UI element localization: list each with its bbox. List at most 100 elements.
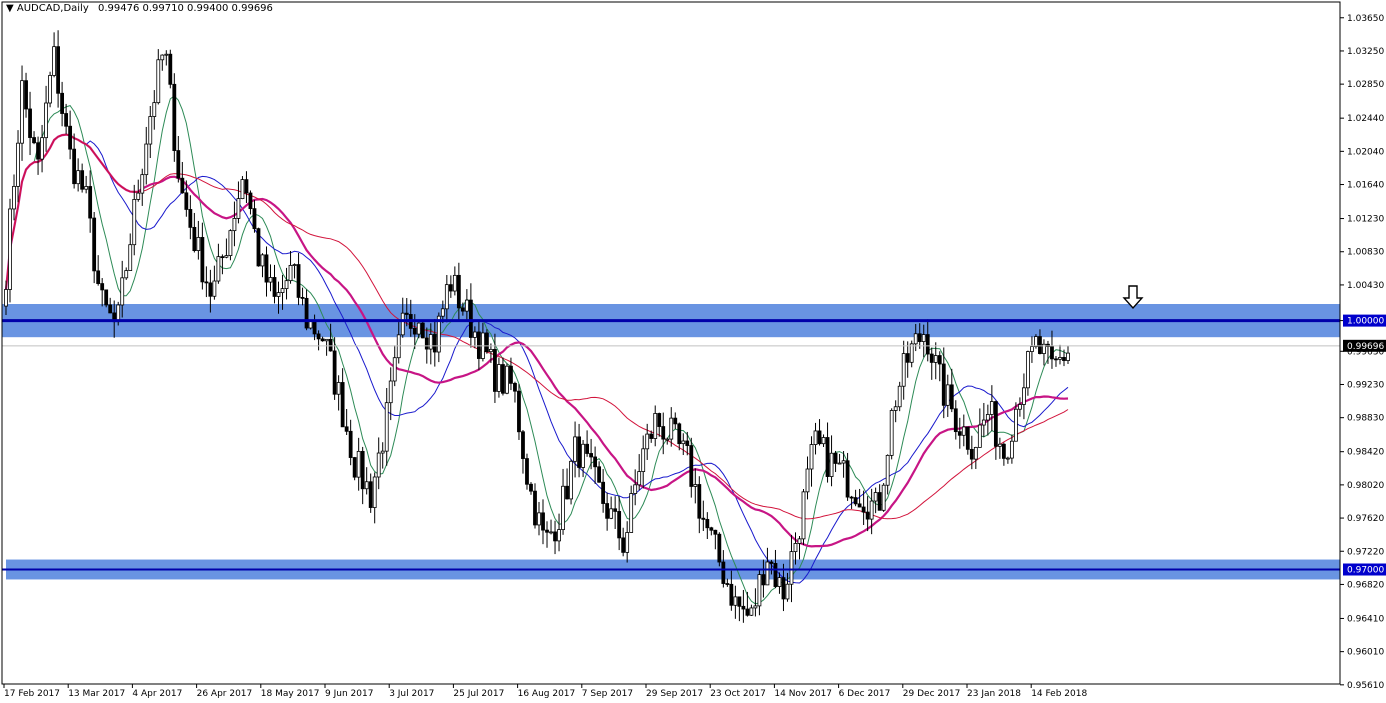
candle-body bbox=[440, 308, 445, 317]
candle-body bbox=[412, 327, 417, 335]
candle-body bbox=[8, 208, 12, 290]
candle-body bbox=[557, 529, 561, 542]
candle-body bbox=[625, 532, 630, 553]
y-tick-label: 1.02040 bbox=[1347, 147, 1384, 157]
candle-body bbox=[464, 299, 469, 312]
price-label: 1.00000 bbox=[1347, 317, 1384, 327]
candle-body bbox=[380, 450, 385, 454]
candle-body bbox=[685, 440, 690, 446]
candle-body bbox=[661, 426, 666, 440]
candle-body bbox=[1009, 440, 1014, 459]
candle-body bbox=[1062, 357, 1066, 361]
candle-body bbox=[601, 481, 606, 504]
candle-body bbox=[941, 363, 946, 406]
candle-body bbox=[332, 350, 337, 395]
candle-body bbox=[404, 312, 409, 315]
candle-body bbox=[212, 280, 217, 297]
candle-body bbox=[677, 423, 682, 445]
candle-body bbox=[56, 46, 60, 94]
candle-body bbox=[729, 583, 734, 606]
candle-body bbox=[124, 270, 129, 279]
candle-body bbox=[256, 228, 261, 267]
candle-body bbox=[468, 299, 473, 338]
x-tick-label: 23 Oct 2017 bbox=[710, 689, 766, 699]
x-tick-label: 4 Apr 2017 bbox=[132, 689, 182, 699]
candle-body bbox=[733, 596, 738, 606]
candle-body bbox=[701, 517, 706, 520]
candle-body bbox=[4, 289, 8, 307]
candle-body bbox=[104, 289, 109, 306]
candle-body bbox=[312, 320, 317, 335]
y-tick-label: 1.03250 bbox=[1347, 47, 1384, 57]
candle-body bbox=[541, 512, 545, 531]
candle-body bbox=[120, 277, 125, 306]
candle-body bbox=[1058, 357, 1062, 360]
candle-body bbox=[192, 226, 197, 251]
candle-body bbox=[781, 577, 786, 600]
candle-body bbox=[561, 485, 565, 531]
x-tick-label: 18 May 2017 bbox=[261, 689, 320, 699]
candle-body bbox=[172, 83, 177, 151]
price-label: 0.97000 bbox=[1347, 566, 1384, 576]
candle-body bbox=[60, 92, 65, 114]
candle-body bbox=[805, 468, 810, 493]
candle-body bbox=[869, 500, 874, 520]
candle-body bbox=[529, 483, 533, 492]
candle-body bbox=[597, 466, 602, 483]
x-tick-label: 17 Feb 2017 bbox=[4, 689, 60, 699]
candle-body bbox=[793, 543, 798, 553]
candle-body bbox=[537, 512, 541, 526]
candle-body bbox=[24, 80, 28, 110]
candle-body bbox=[188, 209, 193, 228]
candle-body bbox=[232, 218, 237, 232]
x-tick-label: 13 Mar 2017 bbox=[68, 689, 125, 699]
candle-body bbox=[693, 484, 698, 487]
candle-body bbox=[837, 462, 842, 465]
candle-body bbox=[861, 506, 866, 513]
candle-body bbox=[1026, 351, 1030, 389]
candle-body bbox=[260, 254, 265, 267]
candle-body bbox=[657, 413, 662, 427]
candle-body bbox=[621, 537, 626, 553]
candle-body bbox=[789, 551, 794, 585]
candle-body bbox=[801, 491, 806, 540]
candle-body bbox=[384, 402, 389, 452]
candle-body bbox=[176, 150, 181, 179]
y-tick-label: 0.96820 bbox=[1347, 580, 1384, 590]
candle-body bbox=[428, 334, 433, 350]
candle-body bbox=[553, 531, 557, 542]
candle-body bbox=[845, 460, 850, 498]
candle-body bbox=[633, 484, 638, 494]
candle-body bbox=[833, 452, 838, 464]
candle-body bbox=[673, 417, 678, 425]
candle-body bbox=[1034, 336, 1038, 347]
candle-body bbox=[1038, 336, 1042, 354]
candle-body bbox=[613, 508, 618, 512]
candle-body bbox=[272, 277, 277, 297]
x-tick-label: 16 Aug 2017 bbox=[518, 689, 576, 699]
candle-body bbox=[364, 481, 369, 490]
candle-body bbox=[240, 179, 245, 200]
candle-body bbox=[913, 333, 918, 345]
candle-body bbox=[1018, 404, 1022, 410]
candle-body bbox=[865, 511, 870, 520]
candle-body bbox=[84, 186, 89, 190]
candle-body bbox=[681, 440, 686, 445]
y-tick-label: 0.98020 bbox=[1347, 481, 1384, 491]
candle-body bbox=[809, 444, 814, 470]
candle-body bbox=[72, 148, 77, 185]
candle-body bbox=[893, 406, 898, 411]
dropdown-icon[interactable]: ▼ bbox=[6, 3, 14, 14]
x-tick-label: 14 Nov 2017 bbox=[774, 689, 832, 699]
candle-body bbox=[497, 364, 501, 392]
candle-body bbox=[204, 281, 209, 284]
candle-body bbox=[128, 244, 133, 271]
chart-canvas[interactable]: 1.03650 1.03250 1.02850 1.02440 1.02040 1.016… bbox=[0, 0, 1386, 703]
candle-body bbox=[200, 237, 205, 283]
candle-body bbox=[993, 401, 998, 447]
candle-body bbox=[352, 457, 357, 478]
candle-body bbox=[296, 264, 301, 298]
candle-body bbox=[368, 481, 373, 508]
candle-body bbox=[909, 343, 914, 363]
y-tick-label: 0.98420 bbox=[1347, 448, 1384, 458]
